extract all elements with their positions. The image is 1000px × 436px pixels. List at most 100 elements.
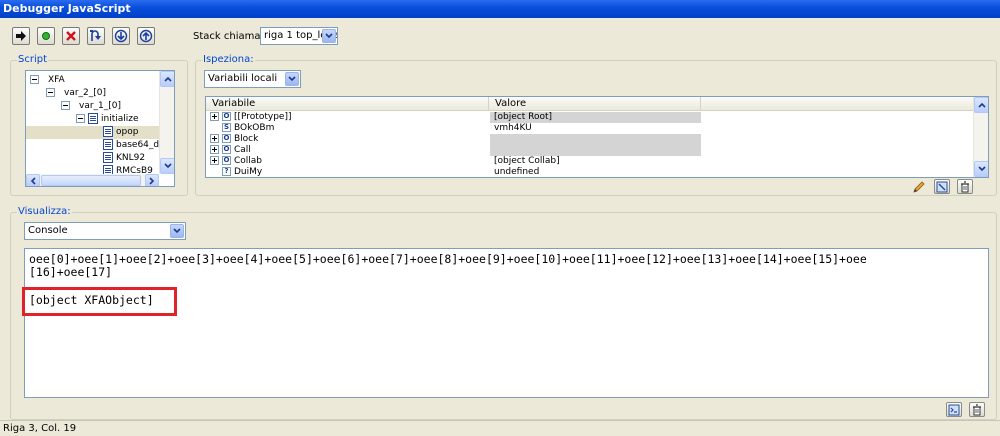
tree-item[interactable]: opop [26,126,160,139]
script-tree[interactable]: XFA var_2_[0] var_1_[0] initialize opop … [25,70,175,187]
variable-name: Block [234,134,259,144]
console-output[interactable]: oee[0]+oee[1]+oee[2]+oee[3]+oee[4]+oee[5… [24,248,989,398]
variable-value: vmh4KU [494,123,532,133]
tree-item[interactable]: initialize [76,113,139,126]
script-file-icon [103,152,113,163]
event-icon [88,113,98,124]
variable-row[interactable]: O Call [210,145,251,156]
tree-item-label: var_2_[0] [64,88,107,98]
step-into-button[interactable] [112,27,130,45]
variables-table[interactable]: Variabile Valore O [[Prototype]] [object … [205,96,989,178]
window-title: Debugger JavaScript [3,2,131,15]
view-panel-title: Visualizza: [17,206,72,218]
variable-value: [object Root] [494,112,553,122]
variable-name: [[Prototype]] [234,112,292,122]
script-file-icon [103,139,113,150]
collapse-icon[interactable] [76,114,85,123]
object-type-icon: O [222,145,231,154]
tree-item-label: initialize [101,114,139,124]
step-into-icon [114,29,128,43]
chevron-down-icon [285,72,299,86]
tree-vertical-scrollbar[interactable] [159,71,174,174]
scroll-down-icon[interactable] [974,161,988,177]
script-panel-title: Script [17,54,49,66]
scroll-down-icon[interactable] [160,158,174,174]
stack-dropdown[interactable]: riga 1 top_leve [260,27,338,45]
variable-row[interactable]: O Collab [210,156,262,167]
variable-name: BOkOBm [234,123,275,133]
status-bar: Riga 3, Col. 19 [0,420,1000,436]
variable-row[interactable]: O Block [210,134,258,145]
tree-item[interactable]: XFA [30,74,65,87]
green-dot-icon [42,32,50,40]
console-line: [16]+oee[17] [29,265,113,279]
string-type-icon: S [222,123,231,132]
table-vertical-scrollbar[interactable] [973,97,988,177]
tree-item[interactable]: var_2_[0] [46,87,106,100]
pause-button[interactable] [37,27,55,45]
expand-icon[interactable] [210,112,219,121]
console-line: oee[0]+oee[1]+oee[2]+oee[3]+oee[4]+oee[5… [29,252,867,266]
tree-item-label: opop [116,127,139,137]
tree-item-label: XFA [48,75,65,85]
run-console-button[interactable] [946,402,962,417]
tree-item[interactable]: KNL92 [103,152,145,165]
inspect-panel-title: Ispeziona: [202,54,255,66]
red-x-icon [66,31,76,41]
unknown-type-icon: ? [222,167,231,176]
scroll-up-icon[interactable] [160,71,174,87]
tree-item-label: var_1_[0] [79,101,122,111]
scroll-thumb[interactable] [41,175,141,186]
variable-row[interactable]: O [[Prototype]] [210,112,291,123]
chevron-down-icon [170,224,184,238]
expand-icon[interactable] [210,156,219,165]
inspect-dropdown[interactable]: Variabili locali [204,70,301,88]
tree-item[interactable]: base64_de [103,139,165,152]
collapse-icon[interactable] [30,75,39,84]
watch-window-icon [936,181,948,192]
cursor-position: Riga 3, Col. 19 [3,423,77,434]
expand-icon[interactable] [210,145,219,154]
scroll-left-icon[interactable] [26,174,40,186]
inspect-dropdown-value: Variabili locali [208,73,278,84]
scroll-right-icon[interactable] [145,174,159,186]
variable-value: undefined [494,167,540,177]
collapse-icon[interactable] [61,101,70,110]
step-out-button[interactable] [137,27,155,45]
variable-name: DuiMy [234,167,263,177]
edit-pencil-button[interactable] [911,179,927,194]
view-dropdown-value: Console [28,225,68,236]
highlight-box [22,287,177,316]
value-cell-bg [490,134,701,156]
column-header-value[interactable]: Valore [489,97,701,111]
column-header-variable[interactable]: Variabile [206,97,489,111]
scroll-up-icon[interactable] [974,97,988,113]
object-type-icon: O [222,156,231,165]
watch-button[interactable] [934,179,950,194]
column-header-blank [701,97,974,111]
expand-icon[interactable] [210,134,219,143]
variable-value [490,134,494,145]
view-dropdown[interactable]: Console [24,222,186,240]
variable-row[interactable]: ? DuiMy [222,167,263,177]
pencil-icon [913,180,925,193]
step-over-button[interactable] [87,27,105,45]
stop-button[interactable] [62,27,80,45]
resume-button[interactable] [12,27,30,45]
tree-horizontal-scrollbar[interactable] [26,174,159,186]
tree-item-label: KNL92 [116,153,146,163]
play-arrow-icon [16,31,26,41]
variable-row[interactable]: S BOkOBm [222,123,274,134]
collapse-icon[interactable] [46,88,55,97]
delete-button[interactable] [957,179,973,194]
object-type-icon: O [222,134,231,143]
variable-name: Collab [234,156,263,166]
step-over-icon [90,30,101,41]
tree-item[interactable]: var_1_[0] [61,100,121,113]
variable-name: Call [234,145,251,155]
clear-console-button[interactable] [969,402,985,417]
script-file-icon [103,126,113,137]
chevron-down-icon [322,29,336,43]
variable-value [490,145,494,156]
variable-value: [object Collab] [494,156,560,166]
